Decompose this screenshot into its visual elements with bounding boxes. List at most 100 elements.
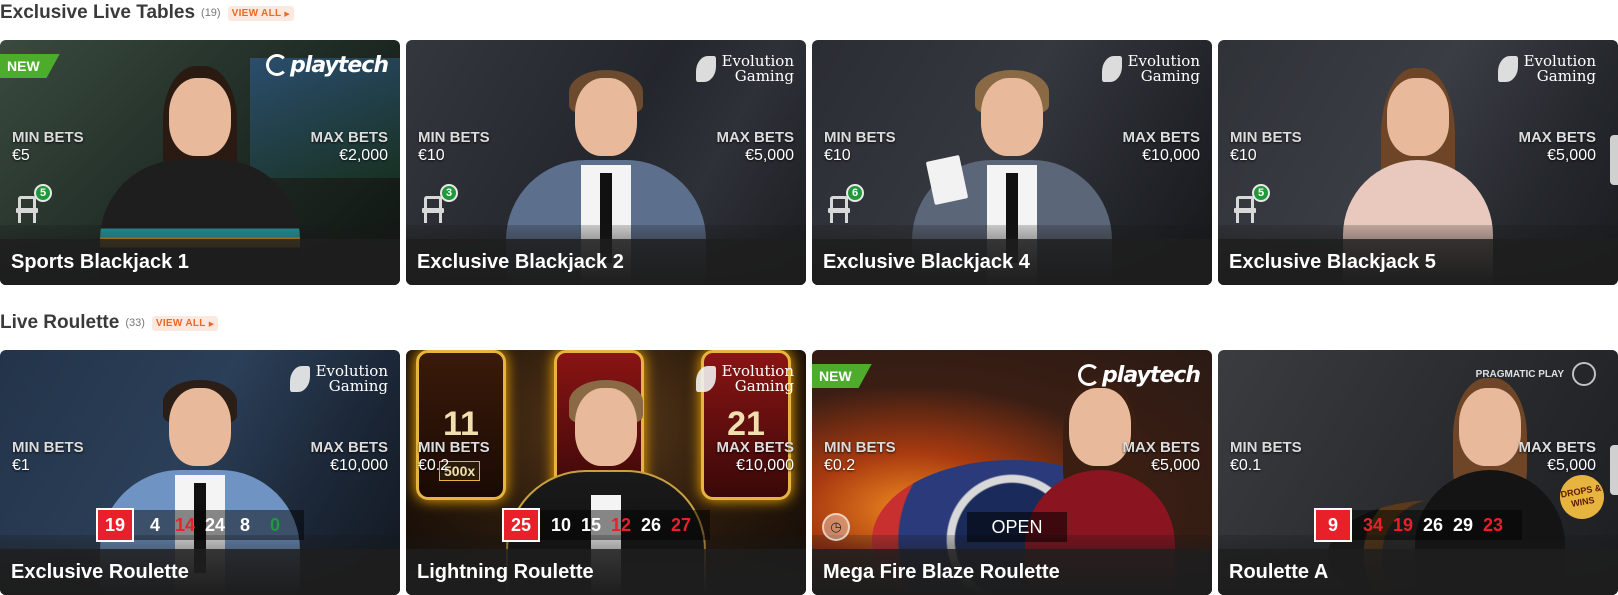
game-name: Exclusive Blackjack 2 xyxy=(406,239,806,285)
min-bets-label: MIN BETS xyxy=(824,439,896,456)
result-number: 23 xyxy=(1482,515,1504,535)
result-number: 4 xyxy=(149,515,160,535)
section-title: Exclusive Live Tables xyxy=(0,2,196,23)
max-bets-label: MAX BETS xyxy=(310,129,388,146)
result-number: 10 xyxy=(550,515,572,535)
result-number: 15 xyxy=(580,515,602,535)
provider-name: PRAGMATIC PLAY xyxy=(1475,368,1564,380)
seats-indicator: 6 xyxy=(828,184,864,224)
view-all-button[interactable]: VIEW ALL ▶ xyxy=(227,5,295,21)
provider-name-line2: Gaming xyxy=(328,377,388,395)
min-bets-label: MIN BETS xyxy=(418,129,490,146)
provider-name-line2: Gaming xyxy=(1536,67,1596,85)
min-bets: MIN BETS €10 xyxy=(1230,129,1302,165)
seats-indicator: 5 xyxy=(1234,184,1270,224)
game-name: Roulette A xyxy=(1218,549,1618,595)
game-card[interactable]: Evolution Gaming MIN BETS €10 MAX BETS €5,0… xyxy=(406,40,806,285)
carousel-next-handle[interactable] xyxy=(1610,445,1618,495)
min-bets-value: €10 xyxy=(1230,147,1257,164)
min-bets-value: €5 xyxy=(12,147,30,164)
min-bets-value: €10 xyxy=(824,147,851,164)
chair-icon xyxy=(828,196,852,224)
evolution-leaf-icon xyxy=(695,56,716,82)
game-card[interactable]: 11 500x 34 200 21 EvolutionGaming MIN BE… xyxy=(406,350,806,595)
result-number: 34 xyxy=(1362,515,1384,535)
min-bets-label: MIN BETS xyxy=(12,129,84,146)
min-bets-label: MIN BETS xyxy=(418,439,490,456)
evolution-leaf-icon xyxy=(1101,56,1122,82)
max-bets-label: MAX BETS xyxy=(310,439,388,456)
min-bets: MIN BETS €5 xyxy=(12,129,84,165)
min-bets: MIN BETS €10 xyxy=(418,129,490,165)
evolution-leaf-icon xyxy=(289,366,310,392)
latest-result: 9 xyxy=(1314,508,1352,542)
max-bets-label: MAX BETS xyxy=(1122,439,1200,456)
chair-icon xyxy=(16,196,40,224)
max-bets: MAX BETS €10,000 xyxy=(310,439,388,475)
result-number: 19 xyxy=(1392,515,1414,535)
open-status: OPEN xyxy=(967,512,1067,542)
results-strip: 19 4 14 24 8 0 xyxy=(96,508,304,542)
max-bets-value: €10,000 xyxy=(736,457,794,474)
section-count: (33) xyxy=(125,317,145,329)
results-strip: 9 34 19 26 29 23 xyxy=(1314,508,1522,542)
max-bets-label: MAX BETS xyxy=(716,439,794,456)
seat-count-badge: 6 xyxy=(846,184,864,202)
max-bets-label: MAX BETS xyxy=(1518,129,1596,146)
min-bets-label: MIN BETS xyxy=(1230,439,1302,456)
view-all-button[interactable]: VIEW ALL ▶ xyxy=(151,315,219,331)
latest-result: 25 xyxy=(502,508,540,542)
min-bets: MIN BETS €0.2 xyxy=(824,439,896,475)
game-card[interactable]: NEW playtech MIN BETS €5 MAX BETS €2,000 5… xyxy=(0,40,400,285)
min-bets-value: €10 xyxy=(418,147,445,164)
game-name: Exclusive Blackjack 4 xyxy=(812,239,1212,285)
min-bets-value: €0.2 xyxy=(824,457,856,474)
view-all-label: VIEW ALL xyxy=(155,317,206,329)
result-number: 26 xyxy=(1422,515,1444,535)
provider-name: playtech xyxy=(1102,362,1201,388)
seat-count-badge: 3 xyxy=(440,184,458,202)
game-card[interactable]: Evolution Gaming MIN BETS €10 MAX BETS €10,… xyxy=(812,40,1212,285)
max-bets-value: €5,000 xyxy=(745,147,794,164)
recent-results: 9 34 19 26 29 23 xyxy=(1218,508,1618,542)
min-bets: MIN BETS €10 xyxy=(824,129,896,165)
game-card[interactable]: NEW playtech MIN BETS €0.2 MAX BETS €5,000… xyxy=(812,350,1212,595)
max-bets-value: €5,000 xyxy=(1547,457,1596,474)
recent-results: 19 4 14 24 8 0 xyxy=(0,508,400,542)
result-number: 0 xyxy=(269,515,280,535)
evolution-leaf-icon xyxy=(1497,56,1518,82)
game-card[interactable]: Evolution Gaming MIN BETS €1 MAX BETS €10,0… xyxy=(0,350,400,595)
chevron-right-icon: ▶ xyxy=(208,320,215,328)
result-number: 29 xyxy=(1452,515,1474,535)
max-bets: MAX BETS €10,000 xyxy=(716,439,794,475)
max-bets: MAX BETS €10,000 xyxy=(1122,129,1200,165)
max-bets-label: MAX BETS xyxy=(1518,439,1596,456)
min-bets-label: MIN BETS xyxy=(12,439,84,456)
max-bets-value: €10,000 xyxy=(1142,147,1200,164)
playtech-logo: playtech xyxy=(1078,362,1201,388)
evolution-gaming-logo: Evolution Gaming xyxy=(1497,54,1596,85)
carousel-next-handle[interactable] xyxy=(1610,135,1618,185)
game-name: Exclusive Roulette xyxy=(0,549,400,595)
result-number: 14 xyxy=(174,515,196,535)
chair-icon xyxy=(422,196,446,224)
game-card[interactable]: PRAGMATIC PLAY MIN BETS €0.1 MAX BETS €5,0… xyxy=(1218,350,1618,595)
max-bets: MAX BETS €5,000 xyxy=(1122,439,1200,475)
result-number: 24 xyxy=(204,515,226,535)
game-name: Lightning Roulette xyxy=(406,549,806,595)
min-bets-value: €0.1 xyxy=(1230,457,1262,474)
game-card[interactable]: Evolution Gaming MIN BETS €10 MAX BETS €5,0… xyxy=(1218,40,1618,285)
min-bets: MIN BETS €1 xyxy=(12,439,84,475)
max-bets-value: €5,000 xyxy=(1151,457,1200,474)
view-all-label: VIEW ALL xyxy=(231,7,282,19)
evolution-gaming-logo: Evolution Gaming xyxy=(289,364,388,395)
provider-name-line2: Gaming xyxy=(1140,67,1200,85)
chevron-right-icon: ▶ xyxy=(284,10,291,18)
provider-name: playtech xyxy=(290,52,389,78)
min-bets-value: €1 xyxy=(12,457,30,474)
section-header: Live Roulette (33) VIEW ALL ▶ xyxy=(0,310,219,336)
min-bets-label: MIN BETS xyxy=(1230,129,1302,146)
result-number: 8 xyxy=(239,515,250,535)
section-title: Live Roulette xyxy=(0,312,120,333)
max-bets: MAX BETS €5,000 xyxy=(1518,129,1596,165)
